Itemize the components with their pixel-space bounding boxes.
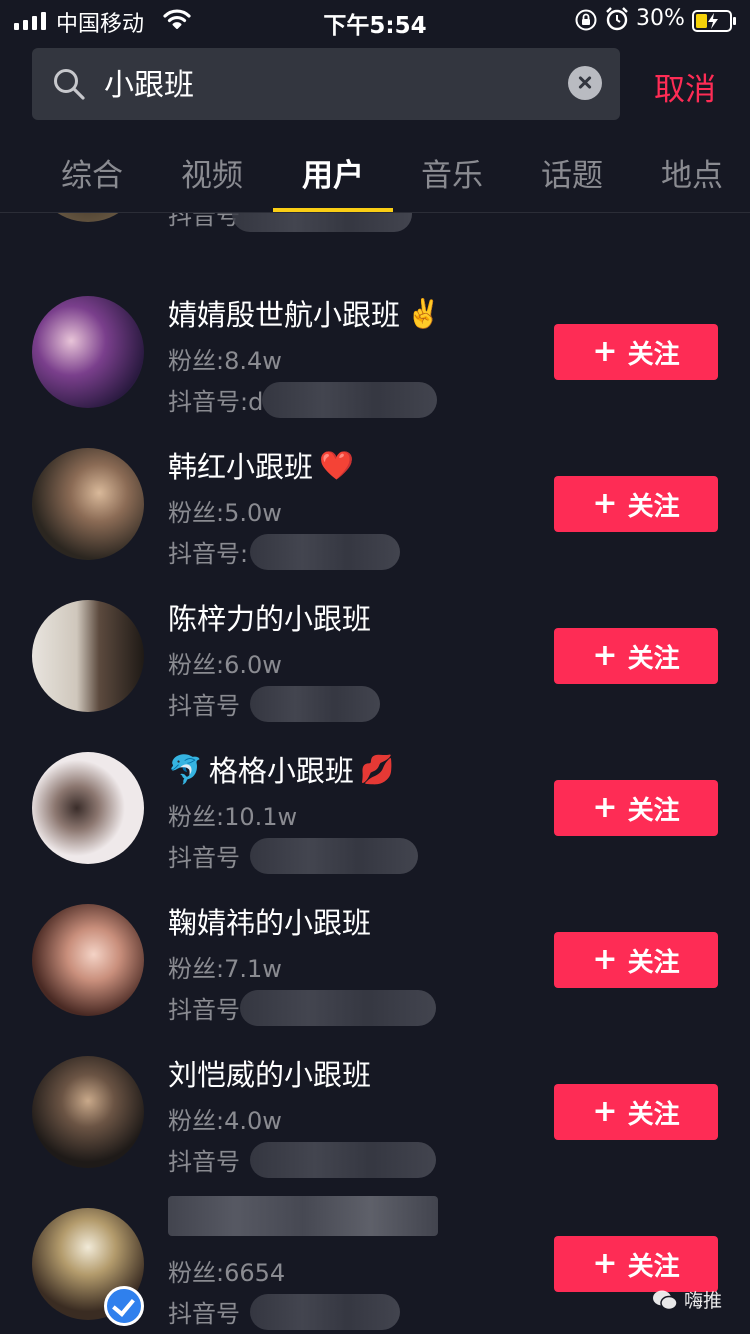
user-name[interactable]: 婧婧殷世航小跟班 ✌️ (168, 292, 441, 334)
battery-icon (692, 10, 738, 36)
avatar[interactable] (32, 448, 144, 560)
list-item[interactable]: 抖音号 (0, 213, 750, 262)
fans-count: 粉丝:6654 (168, 1259, 286, 1287)
plus-icon: + (592, 638, 618, 673)
follow-button[interactable]: + 关注 (554, 780, 718, 836)
user-name[interactable]: 陈梓力的小跟班 (168, 596, 371, 638)
follow-button[interactable]: + 关注 (554, 476, 718, 532)
battery-percent: 30% (636, 6, 685, 31)
blurred-name (168, 1196, 438, 1236)
avatar[interactable] (32, 296, 144, 408)
douyin-id-label: 抖音号 (168, 996, 240, 1024)
follow-button[interactable]: + 关注 (554, 1236, 718, 1292)
blurred-id (250, 1142, 436, 1178)
avatar[interactable] (32, 752, 144, 864)
list-item[interactable]: 🐬 格格小跟班 💋 粉丝:10.1w 抖音号 + 关注 (0, 752, 750, 904)
watermark: 嗨推 (652, 1286, 722, 1313)
user-name[interactable]: 刘恺威的小跟班 (168, 1052, 371, 1094)
fans-count: 粉丝:4.0w (168, 1107, 282, 1135)
search-icon (52, 67, 86, 105)
heart-icon: ❤️ (319, 448, 354, 482)
follow-button[interactable]: + 关注 (554, 1084, 718, 1140)
fans-count: 粉丝:5.0w (168, 499, 282, 527)
avatar[interactable] (32, 213, 144, 222)
douyin-id-label: 抖音号 (168, 1148, 240, 1176)
list-item[interactable]: 韩红小跟班 ❤️ 粉丝:5.0w 抖音号: + 关注 (0, 448, 750, 600)
tab-comprehensive[interactable]: 综合 (32, 150, 152, 195)
plus-icon: + (592, 486, 618, 521)
plus-icon: + (592, 790, 618, 825)
tab-videos[interactable]: 视频 (152, 150, 272, 195)
user-name[interactable]: 鞠婧祎的小跟班 (168, 900, 371, 942)
victory-hand-icon: ✌️ (406, 296, 441, 330)
kiss-mark-icon: 💋 (359, 752, 395, 786)
blurred-id (250, 534, 400, 570)
fans-count: 粉丝:7.1w (168, 955, 282, 983)
blurred-id (232, 213, 412, 232)
blurred-id (262, 382, 437, 418)
user-name[interactable]: 韩红小跟班 ❤️ (168, 444, 354, 486)
plus-icon: + (592, 1246, 618, 1281)
list-item[interactable]: 婧婧殷世航小跟班 ✌️ 粉丝:8.4w 抖音号:d + 关注 (0, 296, 750, 448)
plus-icon: + (592, 334, 618, 369)
avatar[interactable] (32, 904, 144, 1016)
list-item[interactable]: 陈梓力的小跟班 粉丝:6.0w 抖音号 + 关注 (0, 600, 750, 752)
user-results-list[interactable]: 抖音号 婧婧殷世航小跟班 ✌️ 粉丝:8.4w 抖音号:d + 关注 韩红小跟班 ❤️… (0, 213, 750, 1334)
avatar[interactable] (32, 1056, 144, 1168)
verified-badge-icon (104, 1286, 144, 1326)
follow-button[interactable]: + 关注 (554, 628, 718, 684)
list-item[interactable]: 鞠婧祎的小跟班 粉丝:7.1w 抖音号 + 关注 (0, 904, 750, 1056)
douyin-id-label: 抖音号 (168, 692, 240, 720)
douyin-id-label: 抖音号 (168, 213, 240, 230)
douyin-id-label: 抖音号 (168, 1300, 240, 1328)
follow-button[interactable]: + 关注 (554, 324, 718, 380)
blurred-id (250, 1294, 400, 1330)
fans-count: 粉丝:6.0w (168, 651, 282, 679)
list-item[interactable]: 刘恺威的小跟班 粉丝:4.0w 抖音号 + 关注 (0, 1056, 750, 1208)
tab-music[interactable]: 音乐 (392, 150, 512, 195)
blurred-id (250, 686, 380, 722)
tab-places[interactable]: 地点 (632, 150, 750, 195)
orientation-lock-icon (574, 8, 598, 36)
clear-icon[interactable] (568, 66, 602, 100)
wechat-icon (653, 1290, 678, 1310)
blurred-id (240, 990, 436, 1026)
cancel-button[interactable]: 取消 (654, 64, 716, 109)
douyin-id-label: 抖音号:d (168, 388, 264, 416)
alarm-icon (604, 6, 630, 36)
fans-count: 粉丝:8.4w (168, 347, 282, 375)
list-item[interactable]: 粉丝:6654 抖音号 + 关注 (0, 1196, 750, 1334)
plus-icon: + (592, 942, 618, 977)
tab-users[interactable]: 用户 (273, 150, 393, 195)
douyin-id-label: 抖音号 (168, 844, 240, 872)
blurred-id (250, 838, 418, 874)
tab-bar: 综合 视频 用户 音乐 话题 地点 (0, 150, 750, 212)
douyin-id-label: 抖音号: (168, 540, 249, 568)
plus-icon: + (592, 1094, 618, 1129)
search-input[interactable] (104, 64, 544, 99)
dolphin-icon: 🐬 (168, 752, 203, 786)
fans-count: 粉丝:10.1w (168, 803, 298, 831)
status-bar: 中国移动 下午5:54 30% (0, 0, 750, 40)
follow-button[interactable]: + 关注 (554, 932, 718, 988)
tab-topics[interactable]: 话题 (512, 150, 632, 195)
avatar[interactable] (32, 600, 144, 712)
user-name[interactable]: 🐬 格格小跟班 💋 (168, 748, 395, 790)
